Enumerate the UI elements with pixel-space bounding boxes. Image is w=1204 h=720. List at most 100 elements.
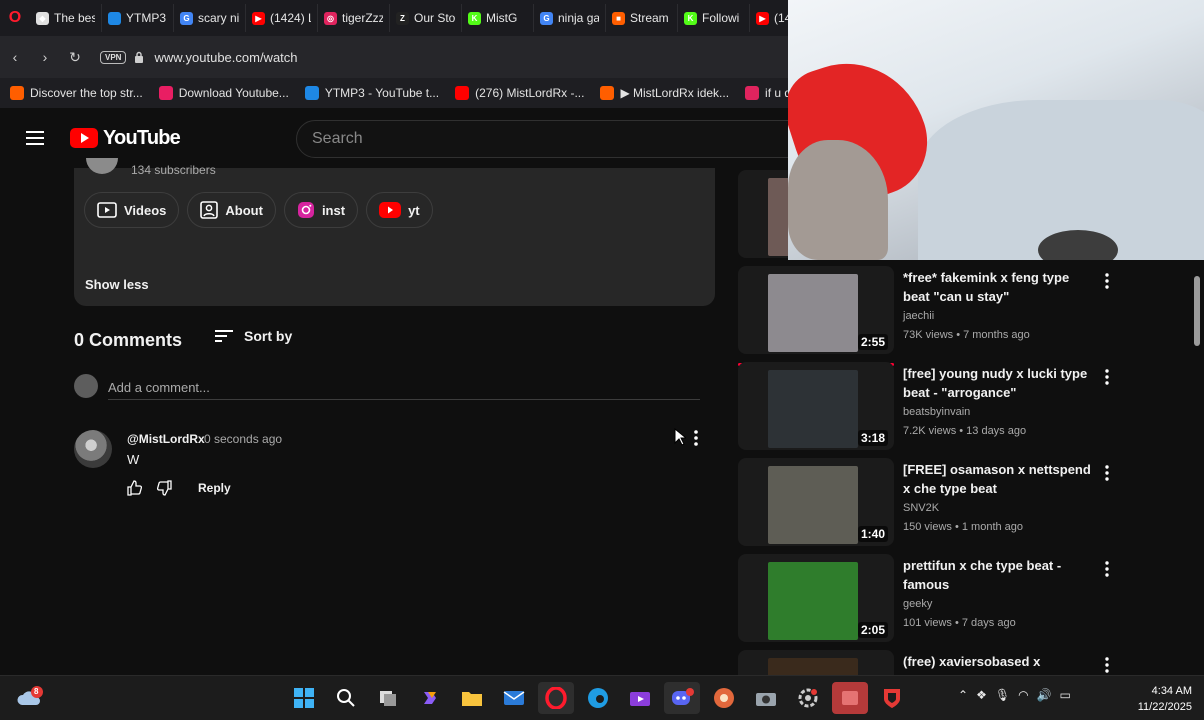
bookmark-favicon-icon [600,86,615,100]
channel-name[interactable]: geeky [903,598,932,610]
sort-icon [215,330,233,342]
camera-icon[interactable] [748,682,784,714]
wifi-icon[interactable]: ◠ [1018,688,1028,702]
video-more-icon[interactable] [1102,560,1112,578]
tray-dropbox-icon[interactable]: ❖ [976,688,987,702]
videos-link-button[interactable]: Videos [84,192,180,228]
tray-microphone-icon[interactable]: 🎙 [995,688,1010,702]
scrollbar-thumb[interactable] [1194,276,1200,346]
bookmark-item[interactable]: ▶ MistLordRx idek... [600,86,729,100]
url-text[interactable]: www.youtube.com/watch [154,50,297,65]
bookmark-item[interactable]: Discover the top str... [10,86,143,100]
windows-start-icon[interactable] [286,682,322,714]
channel-name[interactable]: jaechii [903,310,934,322]
add-comment-input[interactable] [108,376,700,400]
page-scrollbar[interactable] [1190,168,1204,675]
comment-more-icon[interactable] [688,428,704,448]
settings-icon[interactable] [790,682,826,714]
antivirus-icon[interactable] [874,682,910,714]
video-more-icon[interactable] [1102,464,1112,482]
tab-favicon-icon: ◆ [36,11,49,25]
recording-app-icon[interactable] [832,682,868,714]
video-title[interactable]: [free] young nudy x lucki type beat - "a… [903,364,1093,402]
video-more-icon[interactable] [1102,368,1112,386]
browser-tab[interactable]: ◎ tigerZzz I [318,4,390,32]
weather-badge: 8 [34,687,39,696]
taskbar-search-icon[interactable] [328,682,364,714]
video-thumbnail[interactable]: 2:05 [738,554,894,642]
bookmark-item[interactable]: Download Youtube... [158,86,289,100]
tab-favicon-icon: K [684,11,697,25]
browser-tab[interactable]: ◆ The best [30,4,102,32]
task-view-icon[interactable] [370,682,406,714]
bookmark-item[interactable]: YTMP3 - YouTube t... [304,86,440,100]
tab-title: Stream c [630,11,671,25]
related-video[interactable]: 2:05 prettifun x che type beat - famous ge… [738,554,1198,646]
battery-icon[interactable]: ▭ [1060,688,1071,702]
volume-icon[interactable]: 🔊 [1037,688,1052,702]
videos-link-label: Videos [124,202,167,218]
browser-tab[interactable]: ▶ (1424) Lik [246,4,318,32]
comment-timestamp[interactable]: 0 seconds ago [204,432,282,446]
back-icon[interactable]: ‹ [0,42,30,72]
forward-icon[interactable]: › [30,42,60,72]
game-launcher-icon[interactable] [706,682,742,714]
about-link-button[interactable]: About [187,192,276,228]
video-thumbnail[interactable]: 1:40 [738,458,894,546]
video-title[interactable]: (free) xaviersobased x [903,652,1093,671]
copilot-icon[interactable] [412,682,448,714]
browser-tab[interactable]: Z Our Store [390,4,462,32]
channel-name[interactable]: beatsbyinvain [903,406,970,418]
video-thumbnail[interactable]: 2:55 [738,266,894,354]
youtube-logo[interactable]: YouTube [70,127,181,150]
opera-browser-icon[interactable] [538,682,574,714]
vpn-badge[interactable]: VPN [100,50,127,64]
tab-title: YTMP3 - [126,11,167,25]
youtube-link-button[interactable]: yt [366,192,433,228]
thumbs-up-icon[interactable] [126,480,142,496]
related-video[interactable]: 1:40 [FREE] osamason x nettspend x che ty… [738,458,1198,550]
video-duration: 3:18 [857,430,888,446]
channel-avatar[interactable] [86,158,118,174]
comment-author[interactable]: @MistLordRx [127,432,205,446]
show-less-button[interactable]: Show less [85,277,149,292]
video-more-icon[interactable] [1102,656,1112,674]
weather-widget[interactable]: 8 [16,684,44,712]
channel-name[interactable]: SNV2K [903,502,939,514]
browser-tab[interactable]: ■ Stream c [606,4,678,32]
thumbs-down-icon[interactable] [157,480,173,496]
file-explorer-icon[interactable] [454,682,490,714]
video-more-icon[interactable] [1102,272,1112,290]
related-video[interactable]: 2:55 *free* fakemink x feng type beat "ca… [738,266,1198,366]
browser-tab[interactable]: K MistG [462,4,534,32]
opera-logo-icon[interactable]: O [0,0,30,36]
browser-tab[interactable]: K Followi [678,4,750,32]
instagram-link-button[interactable]: inst [283,192,359,228]
menu-icon[interactable] [0,108,70,168]
reload-icon[interactable]: ↻ [60,42,90,72]
taskbar-clock[interactable]: 4:34 AM 11/22/2025 [1126,683,1192,715]
reply-button[interactable]: Reply [198,481,231,495]
sort-by-button[interactable]: Sort by [214,328,292,344]
search-input[interactable] [297,121,777,157]
browser-tab[interactable]: Gninja gaic [534,4,606,32]
edge-icon[interactable] [580,682,616,714]
video-thumbnail[interactable]: 3:18 [738,362,894,450]
comment-author-avatar[interactable] [74,430,112,468]
lock-icon[interactable] [134,51,144,63]
tray-chevron-up-icon[interactable]: ⌃ [958,688,968,702]
discord-icon[interactable] [664,682,700,714]
video-title[interactable]: *free* fakemink x feng type beat "can u … [903,268,1093,306]
video-meta: 7.2K views • 13 days ago [903,425,1027,437]
video-title[interactable]: prettifun x che type beat - famous [903,556,1093,594]
media-player-icon[interactable] [622,682,658,714]
youtube-icon [379,202,402,218]
bookmark-label: YTMP3 - YouTube t... [324,86,440,100]
comment-text: W [127,452,140,467]
video-title[interactable]: [FREE] osamason x nettspend x che type b… [903,460,1093,498]
bookmark-item[interactable]: (276) MistLordRx -... [455,86,584,100]
browser-tab[interactable]: YTMP3 - [102,4,174,32]
browser-tab[interactable]: Gscary ninj [174,4,246,32]
mail-icon[interactable] [496,682,532,714]
related-video[interactable]: 3:18 [free] young nudy x lucki type beat … [738,362,1198,454]
